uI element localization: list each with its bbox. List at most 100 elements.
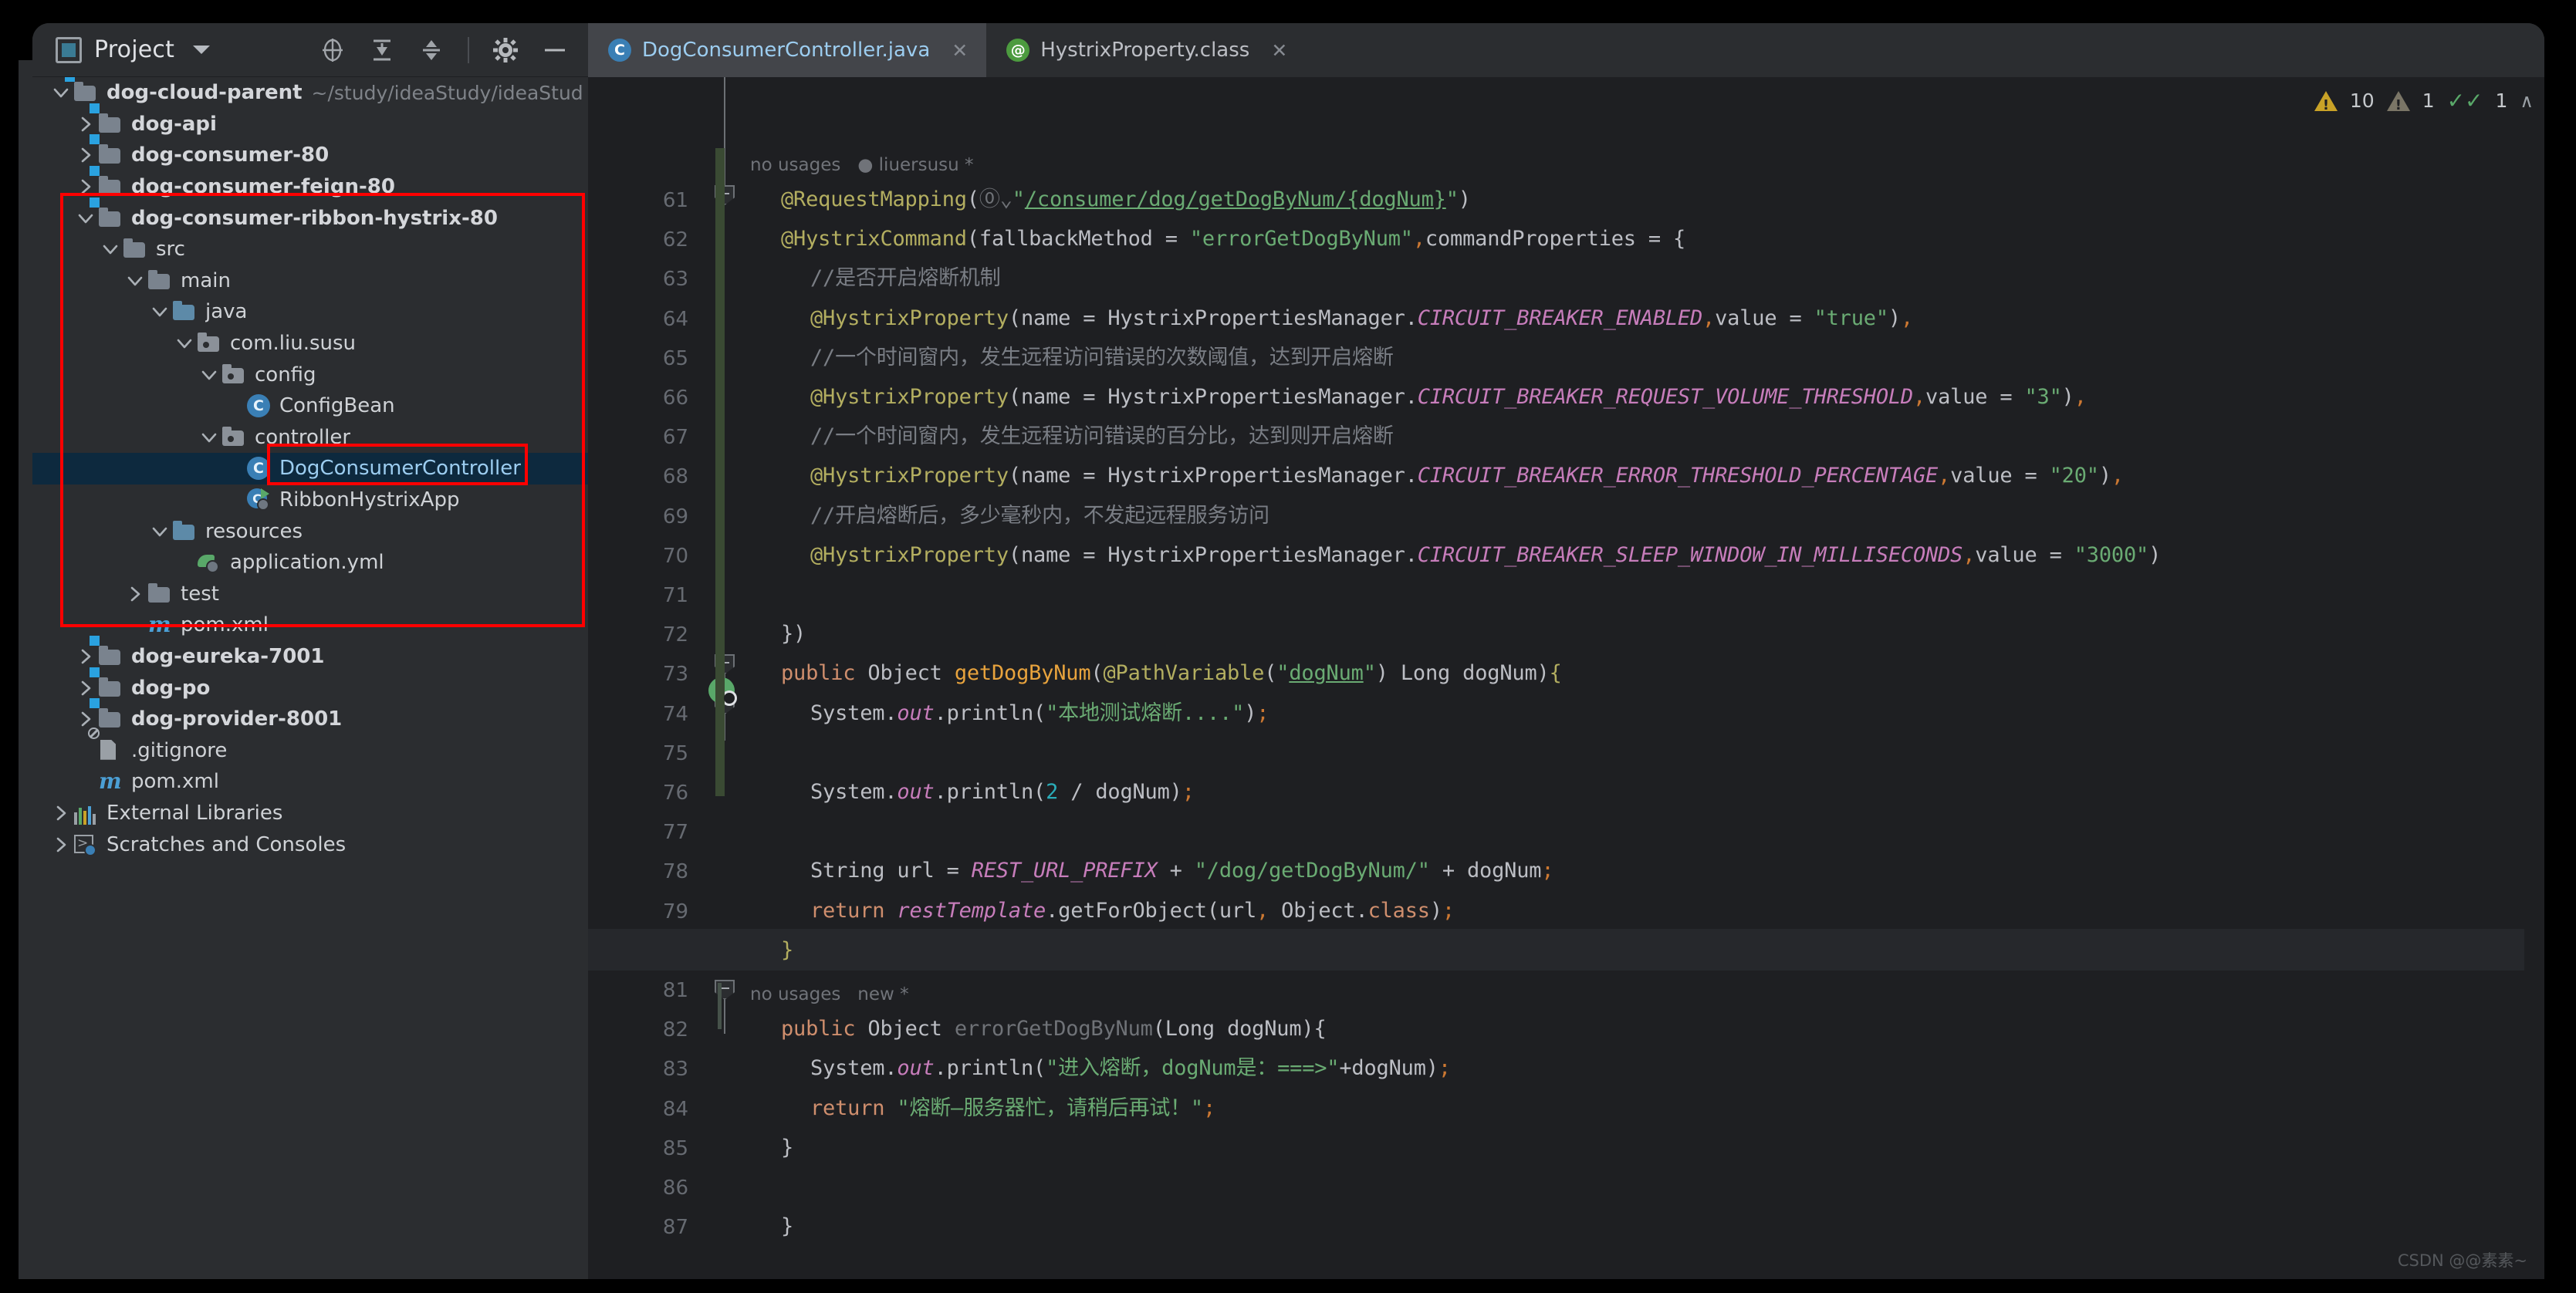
tree-item-dog-api[interactable]: dog-api	[32, 103, 588, 140]
tab-file-type-icon: @	[1006, 39, 1030, 62]
tree-item-resources[interactable]: resources	[32, 515, 588, 547]
code-line-84[interactable]: return "熔断—服务器忙，请稍后再试！";	[810, 1098, 1215, 1119]
chevron-right-icon[interactable]	[125, 584, 145, 604]
tree-item-dog-consumer-ribbon-hystrix-80[interactable]: dog-consumer-ribbon-hystrix-80	[32, 197, 588, 234]
chevron-down-icon[interactable]	[76, 208, 96, 228]
chevron-down-icon[interactable]	[199, 427, 219, 447]
chevron-down-icon[interactable]	[51, 83, 71, 103]
tree-item-pom-xml[interactable]: m pom.xml	[32, 609, 588, 641]
code-line-87[interactable]: }	[781, 1216, 793, 1237]
inlay-hint-82[interactable]: no usages new *	[750, 984, 909, 1004]
inspection-status[interactable]: 10 1 ✓✓ 1 ∧	[2314, 88, 2534, 113]
chevron-right-icon[interactable]	[51, 835, 71, 855]
code-line-65[interactable]: //一个时间窗内，发生远程访问错误的次数阈值，达到开启熔断	[810, 347, 1394, 368]
weak-warning-count: 1	[2422, 89, 2435, 112]
tab-close-icon[interactable]: ✕	[1271, 41, 1287, 60]
tree-item-dog-cloud-parent[interactable]: dog-cloud-parent ~/study/ideaStudy/ideaSt…	[32, 77, 588, 109]
fold-column[interactable]	[704, 77, 750, 1279]
tree-item--gitignore[interactable]: .gitignore	[32, 727, 588, 766]
chevron-down-icon[interactable]	[150, 522, 170, 542]
code-token: ;	[1541, 859, 1554, 883]
line-number: 71	[662, 584, 688, 607]
tool-window-actions	[319, 36, 588, 63]
code-line-67[interactable]: //一个时间窗内，发生远程访问错误的百分比，达到则开启熔断	[810, 426, 1394, 447]
code-line-79[interactable]: return restTemplate.getForObject(url, Ob…	[810, 900, 1455, 921]
hide-icon[interactable]	[542, 37, 568, 63]
chevron-right-icon[interactable]	[51, 803, 71, 823]
code-line-68[interactable]: @HystrixProperty(name = HystrixPropertie…	[810, 465, 2124, 486]
code-token: CIRCUIT_BREAKER_SLEEP_WINDOW_IN_MILLISEC…	[1417, 542, 1963, 567]
tree-item-configbean[interactable]: C ConfigBean	[32, 390, 588, 422]
code-line-78[interactable]: String url = REST_URL_PREFIX + "/dog/get…	[810, 859, 1554, 883]
code-token: =	[1776, 306, 1814, 330]
code-line-66[interactable]: @HystrixProperty(name = HystrixPropertie…	[810, 387, 2087, 407]
locate-icon[interactable]	[319, 37, 346, 63]
tree-item-dogconsumercontroller[interactable]: C DogConsumerController	[32, 453, 588, 484]
code-line-61[interactable]: @RequestMapping(⓪⌄"/consumer/dog/getDogB…	[781, 189, 1471, 210]
code-line-80[interactable]: }	[781, 940, 793, 960]
chevron-up-icon[interactable]: ∧	[2520, 90, 2534, 112]
code-token: println	[946, 1056, 1034, 1081]
chevron-right-icon[interactable]	[76, 646, 96, 667]
inlay-hint-61[interactable]: no usages ● liuersusu *	[750, 155, 974, 175]
tree-item-config[interactable]: config	[32, 359, 588, 390]
tree-item-src[interactable]: src	[32, 234, 588, 265]
editor-scrollbar[interactable]	[2524, 77, 2544, 1279]
tree-item-label: RibbonHystrixApp	[279, 488, 460, 512]
code-line-85[interactable]: }	[781, 1137, 793, 1158]
code-line-76[interactable]: System.out.println(2 / dogNum);	[810, 782, 1195, 802]
tree-item-com-liu-susu[interactable]: com.liu.susu	[32, 328, 588, 360]
code-line-62[interactable]: @HystrixCommand(fallbackMethod = "errorG…	[781, 228, 1685, 249]
code-line-69[interactable]: //开启熔断后，多少毫秒内，不发起远程服务访问	[810, 505, 1269, 526]
code-line-72[interactable]: })	[781, 623, 806, 644]
chevron-down-icon[interactable]	[150, 302, 170, 322]
chevron-down-icon[interactable]	[199, 365, 219, 385]
chevron-right-icon[interactable]	[76, 177, 96, 197]
chevron-down-icon[interactable]	[125, 271, 145, 291]
tree-item-application-yml[interactable]: application.yml	[32, 547, 588, 579]
chevron-down-icon[interactable]	[193, 46, 211, 54]
tree-item-controller[interactable]: controller	[32, 422, 588, 454]
tree-item-main[interactable]: main	[32, 265, 588, 297]
project-tree[interactable]: dog-cloud-parent ~/study/ideaStudy/ideaSt…	[32, 77, 588, 1279]
editor-tab-1[interactable]: @ HystrixProperty.class ✕	[986, 23, 1306, 77]
code-token: HystrixPropertiesManager	[1107, 306, 1405, 330]
tab-close-icon[interactable]: ✕	[952, 41, 968, 60]
line-number: 78	[662, 860, 688, 884]
code-line-63[interactable]: //是否开启熔断机制	[810, 268, 1001, 289]
tab-label: HystrixProperty.class	[1040, 39, 1250, 62]
tree-item-pom-xml[interactable]: m pom.xml	[32, 766, 588, 798]
code-token: /consumer/dog/getDogByNum/{dogNum}	[1024, 187, 1446, 211]
tree-item-dog-provider-8001[interactable]: dog-provider-8001	[32, 698, 588, 735]
code-line-82[interactable]: public Object errorGetDogByNum(Long dogN…	[781, 1018, 1327, 1039]
chevron-right-icon[interactable]	[76, 709, 96, 729]
chevron-right-icon[interactable]	[76, 114, 96, 134]
editor-tab-0[interactable]: C DogConsumerController.java ✕	[588, 23, 987, 77]
chevron-right-icon[interactable]	[76, 678, 96, 698]
code-line-64[interactable]: @HystrixProperty(name = HystrixPropertie…	[810, 308, 1913, 329]
collapse-all-icon[interactable]	[418, 37, 445, 63]
tree-item-label: dog-api	[131, 112, 217, 136]
tree-item-scratches-and-consoles[interactable]: > Scratches and Consoles	[32, 829, 588, 860]
chevron-down-icon[interactable]	[100, 239, 120, 259]
code-line-83[interactable]: System.out.println("进入熔断，dogNum是：===>"+d…	[810, 1058, 1451, 1079]
tree-item-ribbonhystrixapp[interactable]: C RibbonHystrixApp	[32, 484, 588, 516]
tree-item-dog-eureka-7001[interactable]: dog-eureka-7001	[32, 635, 588, 673]
expand-all-icon[interactable]	[369, 37, 395, 63]
tree-item-dog-consumer-80[interactable]: dog-consumer-80	[32, 134, 588, 171]
gear-icon[interactable]	[492, 37, 519, 63]
code-token: name	[1020, 542, 1071, 567]
code-line-74[interactable]: System.out.println("本地测试熔断....");	[810, 703, 1269, 724]
tree-item-external-libraries[interactable]: External Libraries	[32, 798, 588, 829]
code-content[interactable]: no usages ● liuersusu * @RequestMapping(⓪…	[750, 77, 2544, 1279]
code-line-70[interactable]: @HystrixProperty(name = HystrixPropertie…	[810, 545, 2161, 565]
tree-item-dog-po[interactable]: dog-po	[32, 667, 588, 704]
code-line-73[interactable]: public Object getDogByNum(@PathVariable(…	[781, 663, 1562, 684]
tree-item-test[interactable]: test	[32, 579, 588, 610]
line-number: 75	[662, 741, 688, 765]
tree-item-java[interactable]: java	[32, 296, 588, 328]
chevron-right-icon[interactable]	[76, 145, 96, 165]
tree-item-dog-consumer-feign-80[interactable]: dog-consumer-feign-80	[32, 166, 588, 203]
code-editor[interactable]: 6162636465666768697071727374757677787980…	[588, 77, 2544, 1279]
chevron-down-icon[interactable]	[174, 333, 194, 353]
